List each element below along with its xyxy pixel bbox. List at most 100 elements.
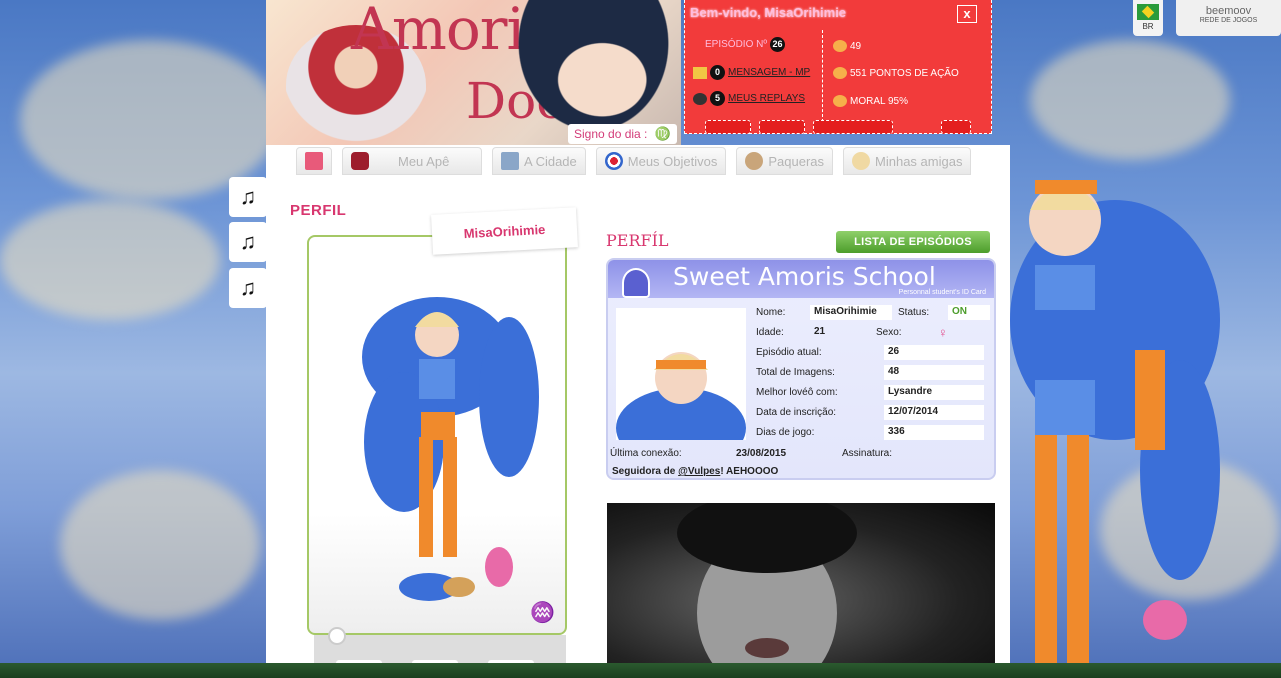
field-value: 336 [884,424,984,440]
episode-row[interactable]: EPISÓDIO Nº 26 [705,37,785,52]
nav-meu-ape[interactable]: Meu Apê [342,147,482,175]
field-label: Dias de jogo: [756,426,815,438]
language-code: BR [1142,22,1154,31]
messages-link[interactable]: 0 MENSAGEM - MP [693,65,810,80]
id-card-title: Sweet Amoris School [673,262,936,291]
moral-row: MORAL 95% [833,95,908,107]
field-value: 23/08/2015 [736,447,787,459]
avatar-card: ♒ [307,235,567,635]
id-card-fields: Nome: MisaOrihimie Status: ON Idade: 21 … [756,302,994,442]
nav-a-cidade[interactable]: A Cidade [492,147,586,175]
field-value: MisaOrihimie [810,304,892,320]
film-reel-icon [693,92,707,105]
nav-home[interactable] [296,147,332,175]
page-title: PERFIL [290,202,347,219]
signature-suffix: ! AEHOOOO [720,466,779,477]
nav-meus-objetivos[interactable]: Meus Objetivos [595,147,727,175]
id-card-header: Sweet Amoris School Personnal student's … [608,260,994,298]
signature-prefix: Seguidora de [612,466,676,477]
field-value: 26 [884,344,984,360]
messages-count: 0 [710,65,725,80]
field-label: Sexo: [876,326,902,338]
field-inscricao: Data de inscrição: 12/07/2014 [756,402,994,422]
video-frame [677,493,857,678]
messages-label: MENSAGEM - MP [728,67,811,78]
panel-tab[interactable] [813,120,893,134]
female-icon: ♀ [938,324,948,340]
episode-list-button[interactable]: LISTA DE EPISÓDIOS [836,231,990,253]
panel-divider [822,30,823,122]
moral-icon [833,95,847,107]
aquarius-icon: ♒ [530,602,555,624]
field-value: 12/07/2014 [884,404,984,420]
id-photo-avatar [616,352,746,440]
beemoov-subtitle: REDE DE JOGOS [1199,17,1258,24]
welcome-title: Bem-vindo, MisaOrihimie [690,5,847,20]
status-value: ON [948,304,990,320]
field-imagens: Total de Imagens: 48 [756,362,994,382]
field-value: 48 [884,364,984,380]
episode-label: EPISÓDIO Nº [705,39,767,50]
panel-tab[interactable] [705,120,751,134]
target-icon [604,152,623,170]
field-idade: Idade: 21 Sexo: ♀ [756,322,994,342]
field-label: Última conexão: [610,447,682,459]
language-selector[interactable]: BR [1133,0,1163,36]
signature-text: Seguidora de @Vulpes! AEHOOOO [612,466,778,477]
profile-video-embed[interactable] [607,493,995,678]
signo-do-dia: Signo do dia : ♍ [568,124,677,144]
nav-paqueras[interactable]: Paqueras [736,147,834,175]
background-cloud [0,200,220,320]
right-side-character-illustration [1005,150,1225,665]
action-points-row: 551 PONTOS DE AÇÃO [833,67,959,79]
signature-link[interactable]: @Vulpes [678,466,720,477]
beemoov-network-link[interactable]: beemoov REDE DE JOGOS [1176,0,1281,36]
avatar-slider-handle[interactable] [328,627,346,645]
background-cloud [1030,40,1230,160]
boy-avatar-icon [745,152,764,170]
field-nome: Nome: MisaOrihimie Status: ON [756,302,994,322]
sofa-icon [351,152,369,170]
field-dias: Dias de jogo: 336 [756,422,994,442]
close-button[interactable]: x [957,5,977,23]
field-episodio: Episódio atual: 26 [756,342,994,362]
nav-label: Paqueras [768,153,825,169]
panel-tab[interactable] [759,120,805,134]
field-label: Idade: [756,326,784,338]
field-value: Lysandre [884,384,984,400]
username-tab: MisaOrihimie [431,207,578,255]
background-cloud [20,40,280,200]
music-button-1[interactable]: ♫ [229,177,267,217]
logo-text-line1: Amori [351,0,525,63]
field-label: Nome: [756,306,786,318]
panel-tab[interactable] [941,120,971,134]
nav-label: Minhas amigas [875,153,963,169]
action-points-value: 551 PONTOS DE AÇÃO [850,67,959,79]
main-content: Meu Apê A Cidade Meus Objetivos Paqueras… [266,145,1010,678]
field-label: Total de Imagens: [756,366,835,378]
girl-avatar-icon [852,152,871,170]
cupcake-icon [622,268,650,298]
virgo-icon: ♍ [654,126,671,141]
main-navigation: Meu Apê A Cidade Meus Objetivos Paqueras… [296,147,972,175]
music-button-2[interactable]: ♫ [229,222,267,262]
music-button-3[interactable]: ♫ [229,268,267,308]
field-label: Episódio atual: [756,346,822,358]
replays-label: MEUS REPLAYS [728,93,806,104]
field-label: Melhor lovéô com: [756,386,838,398]
replays-link[interactable]: 5 MEUS REPLAYS [693,91,805,106]
dollars-value: 49 [850,40,862,52]
envelope-icon [693,66,707,79]
moral-value: MORAL 95% [850,95,908,107]
field-label: Status: [898,306,930,318]
replays-count: 5 [710,91,725,106]
brazil-flag-icon [1137,4,1159,20]
nav-minhas-amigas[interactable]: Minhas amigas [843,147,972,175]
field-label: Assinatura: [842,447,893,459]
section-title: PERFÍL [606,231,669,250]
home-icon [305,152,323,170]
field-label: Data de inscrição: [756,406,837,418]
coin-icon [833,40,847,52]
id-card-footer-rows: Última conexão: 23/08/2015 Assinatura: [608,444,994,462]
id-card-photo [616,308,746,440]
